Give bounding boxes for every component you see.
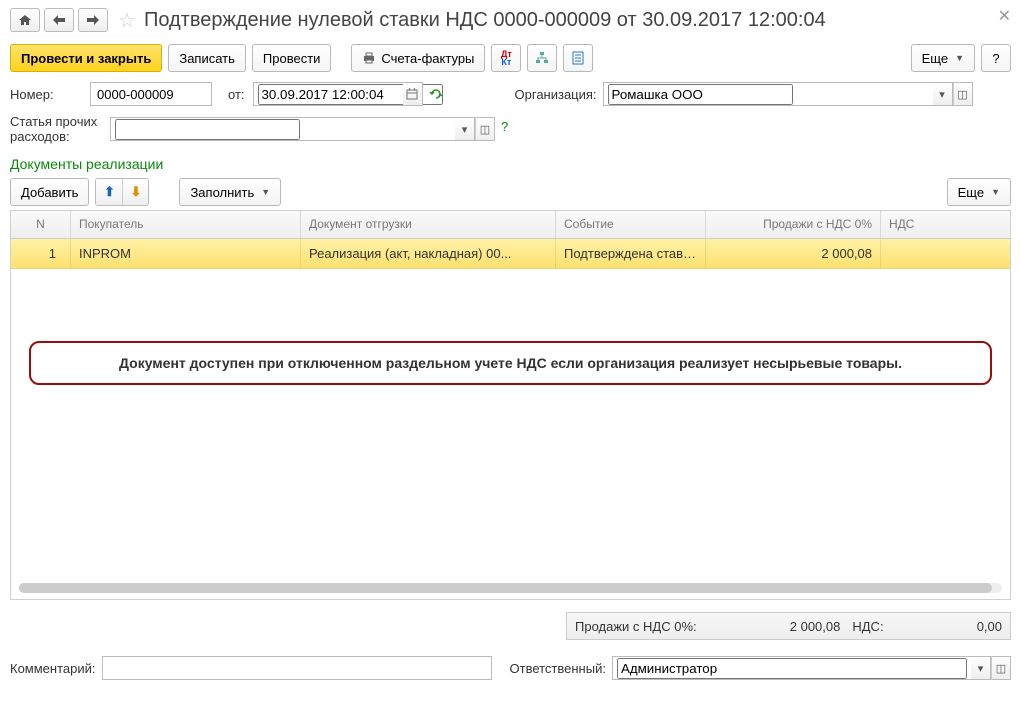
expense-help-icon[interactable]: ? [501, 119, 508, 134]
cell-buyer: INPROM [71, 239, 301, 268]
more-label: Еще [922, 51, 948, 66]
col-vat[interactable]: НДС [881, 211, 1010, 238]
cell-doc: Реализация (акт, накладная) 00... [301, 239, 556, 268]
resp-open-icon[interactable]: ◫ [991, 656, 1011, 680]
back-button[interactable] [44, 8, 74, 32]
col-event[interactable]: Событие [556, 211, 706, 238]
favorite-star-icon[interactable]: ☆ [118, 8, 136, 33]
title-bar: ☆ Подтверждение нулевой ставки НДС 0000-… [0, 0, 1021, 40]
table-row[interactable]: 1 INPROM Реализация (акт, накладная) 00.… [11, 239, 1010, 269]
resp-label: Ответственный: [510, 661, 606, 676]
printer-icon [362, 51, 376, 65]
col-n[interactable]: N [11, 211, 71, 238]
cell-sales: 2 000,08 [706, 239, 881, 268]
cell-event: Подтверждена ставк... [556, 239, 706, 268]
expense-label-2: расходов: [10, 129, 110, 144]
table-toolbar: Добавить ⬆ ⬇ Заполнить▼ Еще▼ [10, 178, 1011, 206]
col-sales[interactable]: Продажи с НДС 0% [706, 211, 881, 238]
move-up-button[interactable]: ⬆ [96, 179, 122, 205]
summary-box: Продажи с НДС 0%: 2 000,08 НДС: 0,00 [566, 612, 1011, 640]
comment-input[interactable] [102, 656, 492, 680]
number-date-row: Номер: от: Организация: ▾ ◫ [10, 82, 1011, 106]
page-title: Подтверждение нулевой ставки НДС 0000-00… [144, 9, 826, 32]
invoices-label: Счета-фактуры [381, 51, 474, 66]
move-down-button[interactable]: ⬇ [122, 179, 148, 205]
summary-vat-label: НДС: [852, 619, 883, 634]
more-button[interactable]: Еще▼ [911, 44, 975, 72]
summary-vat-value: 0,00 [977, 619, 1002, 634]
cell-vat [881, 239, 1010, 268]
number-label: Номер: [10, 87, 90, 102]
fill-button[interactable]: Заполнить▼ [179, 178, 281, 206]
fill-label: Заполнить [190, 185, 254, 200]
documents-grid: N Покупатель Документ отгрузки Событие П… [10, 210, 1011, 600]
save-button[interactable]: Записать [168, 44, 246, 72]
close-icon[interactable]: ✕ [998, 6, 1011, 26]
org-select[interactable]: ▾ ◫ [603, 82, 973, 106]
col-buyer[interactable]: Покупатель [71, 211, 301, 238]
expense-row: Статья прочих расходов: ▾ ◫ ? [10, 114, 1011, 144]
post-button[interactable]: Провести [252, 44, 332, 72]
horizontal-scrollbar[interactable] [19, 583, 1002, 593]
post-label: Провести [263, 51, 321, 66]
tree-icon [535, 51, 549, 65]
summary-sales-value: 2 000,08 [790, 619, 841, 634]
add-label: Добавить [21, 185, 78, 200]
move-group: ⬆ ⬇ [95, 178, 149, 206]
org-label: Организация: [515, 87, 597, 102]
org-open-icon[interactable]: ◫ [953, 82, 973, 106]
post-and-close-button[interactable]: Провести и закрыть [10, 44, 162, 72]
expense-open-icon[interactable]: ◫ [475, 117, 495, 141]
command-bar: Провести и закрыть Записать Провести Сче… [0, 40, 1021, 82]
summary-row: Продажи с НДС 0%: 2 000,08 НДС: 0,00 [10, 612, 1011, 640]
number-input[interactable] [90, 82, 212, 106]
dtkt-icon: ДтКт [501, 50, 512, 66]
add-button[interactable]: Добавить [10, 178, 89, 206]
org-dropdown-icon[interactable]: ▾ [933, 82, 953, 106]
summary-sales-label: Продажи с НДС 0%: [575, 619, 697, 634]
help-button[interactable]: ? [981, 44, 1011, 72]
footer-row: Комментарий: Ответственный: ▾ ◫ [10, 656, 1011, 680]
save-label: Записать [179, 51, 235, 66]
post-and-close-label: Провести и закрыть [21, 51, 151, 66]
calendar-icon[interactable] [403, 82, 423, 106]
expense-select[interactable]: ▾ ◫ [110, 117, 495, 141]
invoices-button[interactable]: Счета-фактуры [351, 44, 485, 72]
section-title: Документы реализации [10, 152, 1011, 178]
resp-select[interactable]: ▾ ◫ [612, 656, 1011, 680]
forward-button[interactable] [78, 8, 108, 32]
report-button[interactable] [563, 44, 593, 72]
col-doc[interactable]: Документ отгрузки [301, 211, 556, 238]
comment-label: Комментарий: [10, 661, 96, 676]
from-label: от: [228, 87, 245, 102]
grid-header: N Покупатель Документ отгрузки Событие П… [11, 211, 1010, 239]
date-input[interactable] [253, 82, 423, 106]
info-banner: Документ доступен при отключенном раздел… [29, 341, 992, 385]
home-button[interactable] [10, 8, 40, 32]
cell-n: 1 [11, 239, 71, 268]
dtkt-button[interactable]: ДтКт [491, 44, 521, 72]
expense-dropdown-icon[interactable]: ▾ [455, 117, 475, 141]
table-more-button[interactable]: Еще▼ [947, 178, 1011, 206]
expense-label-1: Статья прочих [10, 114, 110, 129]
table-more-label: Еще [958, 185, 984, 200]
structure-button[interactable] [527, 44, 557, 72]
refresh-icon[interactable] [429, 87, 443, 101]
resp-dropdown-icon[interactable]: ▾ [971, 656, 991, 680]
help-label: ? [992, 51, 999, 66]
list-icon [572, 51, 584, 65]
